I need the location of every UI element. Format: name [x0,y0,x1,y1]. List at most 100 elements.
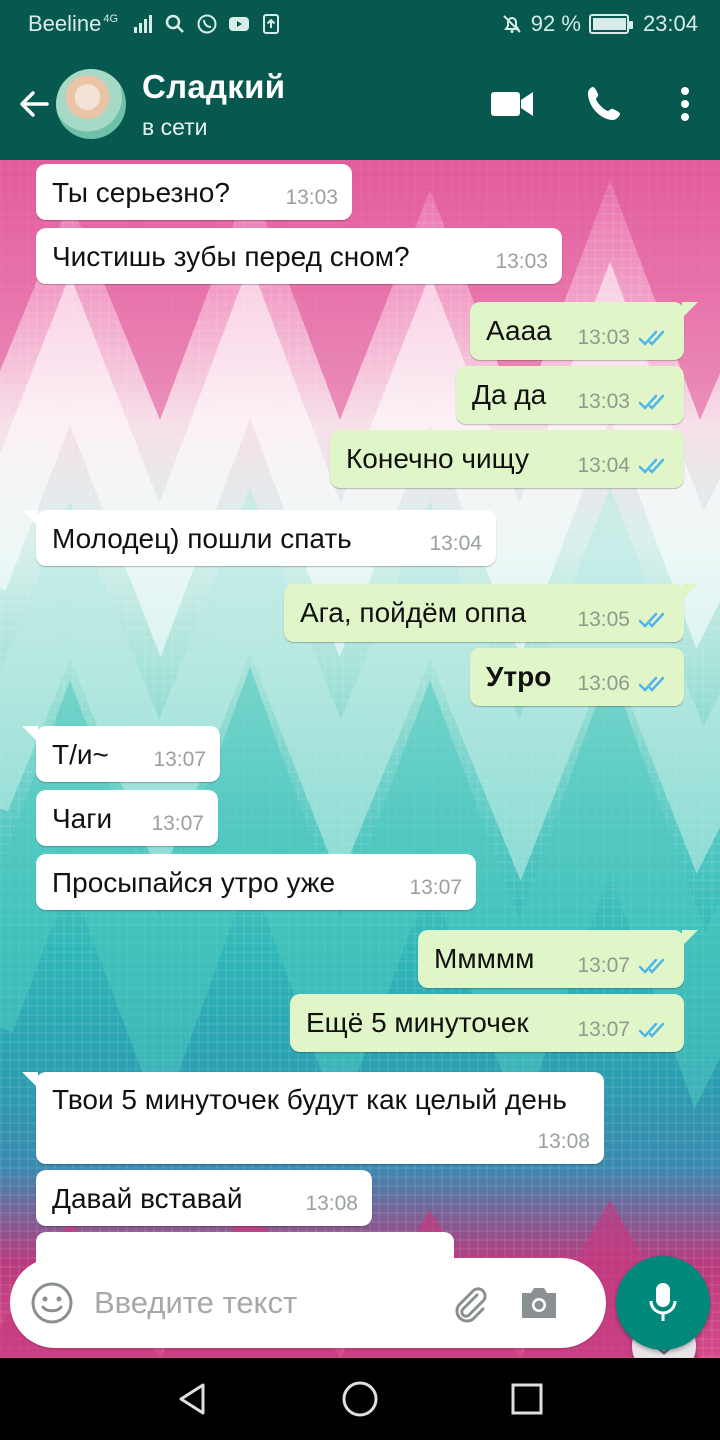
camera-icon [522,1288,556,1318]
message-meta: 13:07 [577,1018,670,1042]
bell-off-icon [503,15,521,33]
message-time: 13:04 [429,532,482,555]
message-time: 13:03 [495,250,548,273]
system-nav-bar [0,1358,720,1440]
message-meta: 13:06 [577,672,670,696]
outgoing-message[interactable]: Утро 13:06 [470,648,684,706]
voice-record-button[interactable] [616,1256,710,1350]
circle-home-icon [342,1381,378,1417]
message-meta: 13:07 [577,954,670,978]
message-text: Чаги [52,803,113,834]
carrier-label: Beeline [28,11,102,36]
back-button[interactable] [4,48,64,160]
double-check-icon [638,612,665,628]
message-meta: 13:03 [495,250,548,274]
message-meta: 13:08 [305,1192,358,1216]
upload-icon [263,14,280,34]
incoming-message[interactable]: Ты серьезно? 13:03 [36,164,352,220]
message-meta: 13:07 [409,876,462,900]
microphone-icon [649,1283,677,1321]
double-check-icon [638,330,665,346]
avatar[interactable] [56,69,126,139]
double-check-icon [638,676,665,692]
message-text: Да да [472,379,547,410]
incoming-message[interactable]: Давай вставай 13:08 [36,1170,372,1226]
message-text: Давай вставай [52,1183,243,1214]
battery-icon [588,14,633,34]
message-time: 13:07 [409,876,462,899]
square-recents-icon [511,1383,543,1415]
message-meta: 13:04 [429,532,482,556]
message-meta: 13:05 [577,608,670,632]
voice-call-button[interactable] [558,48,650,160]
message-text: Конечно чищу [346,443,529,474]
double-check-icon [638,1022,665,1038]
chat-header: Сладкий в сети [0,48,720,160]
more-vert-icon [681,87,689,121]
triangle-back-icon [179,1383,205,1415]
message-time: 13:07 [577,954,630,977]
message-text: Чистишь зубы перед сном? [52,241,410,272]
arrow-back-icon [20,91,49,117]
emoji-button[interactable] [10,1258,94,1348]
battery-percent: 92 % [530,11,581,36]
outgoing-message[interactable]: Ещё 5 минуточек 13:07 [290,994,684,1052]
message-time: 13:03 [285,186,338,209]
camera-button[interactable] [502,1258,576,1348]
message-input[interactable] [94,1285,424,1321]
incoming-message[interactable]: Чаги 13:07 [36,790,218,846]
message-meta: 13:03 [577,326,670,350]
double-check-icon [638,394,665,410]
outgoing-message[interactable]: Ага, пойдём оппа 13:05 [284,584,698,642]
incoming-message[interactable]: Просыпайся утро уже 13:07 [36,854,476,910]
message-time: 13:03 [577,326,630,349]
double-check-icon [638,458,665,474]
message-meta: 13:07 [151,812,204,836]
message-text: Аааа [486,315,552,346]
message-text: Утро [486,661,552,692]
nav-recents-button[interactable] [495,1367,559,1431]
emoji-icon [31,1282,73,1324]
message-text: Т/и~ [52,739,109,770]
message-time: 13:08 [537,1130,590,1153]
outgoing-message[interactable]: Конечно чищу 13:04 [330,430,684,488]
clock: 23:04 [642,11,698,36]
network-type: 4G [103,13,119,25]
message-meta: 13:04 [577,454,670,478]
message-time: 13:04 [577,454,630,477]
message-time: 13:08 [305,1192,358,1215]
message-text: Твои 5 минуточек будут как целый день [52,1084,567,1115]
message-time: 13:06 [577,672,630,695]
outgoing-message[interactable]: Ммммм 13:07 [418,930,698,988]
attach-button[interactable] [436,1258,502,1348]
message-meta: 13:03 [577,390,670,414]
paperclip-icon [455,1287,487,1323]
message-text: Ты серьезно? [52,177,230,208]
double-check-icon [638,958,665,974]
message-time: 13:05 [577,608,630,631]
message-meta: 13:07 [153,748,206,772]
message-time: 13:07 [151,812,204,835]
contact-info[interactable]: Сладкий в сети [142,68,285,141]
message-time: 13:07 [153,748,206,771]
nav-home-button[interactable] [328,1367,392,1431]
video-call-button[interactable] [466,48,558,160]
chat-area[interactable]: Ты серьезно? 13:03 Чистишь зубы перед сном… [0,160,720,1358]
menu-button[interactable] [650,48,720,160]
signal-icon [134,15,153,33]
incoming-message[interactable]: Т/и~ 13:07 [22,726,220,782]
message-time: 13:03 [577,390,630,413]
outgoing-message[interactable]: Аааа 13:03 [470,302,698,360]
incoming-message[interactable]: Чистишь зубы перед сном? 13:03 [36,228,562,284]
message-text: Ещё 5 минуточек [306,1007,529,1038]
message-text: Ммммм [434,943,535,974]
search-icon [165,14,184,33]
message-text: Ага, пойдём оппа [300,597,527,628]
phone-icon [588,87,620,120]
incoming-message[interactable]: Молодец) пошли спать 13:04 [22,510,496,566]
incoming-message[interactable]: Твои 5 минуточек будут как целый день 13:… [22,1072,604,1164]
contact-status: в сети [142,113,208,140]
youtube-icon [229,17,250,31]
nav-back-button[interactable] [161,1367,225,1431]
outgoing-message[interactable]: Да да 13:03 [456,366,684,424]
